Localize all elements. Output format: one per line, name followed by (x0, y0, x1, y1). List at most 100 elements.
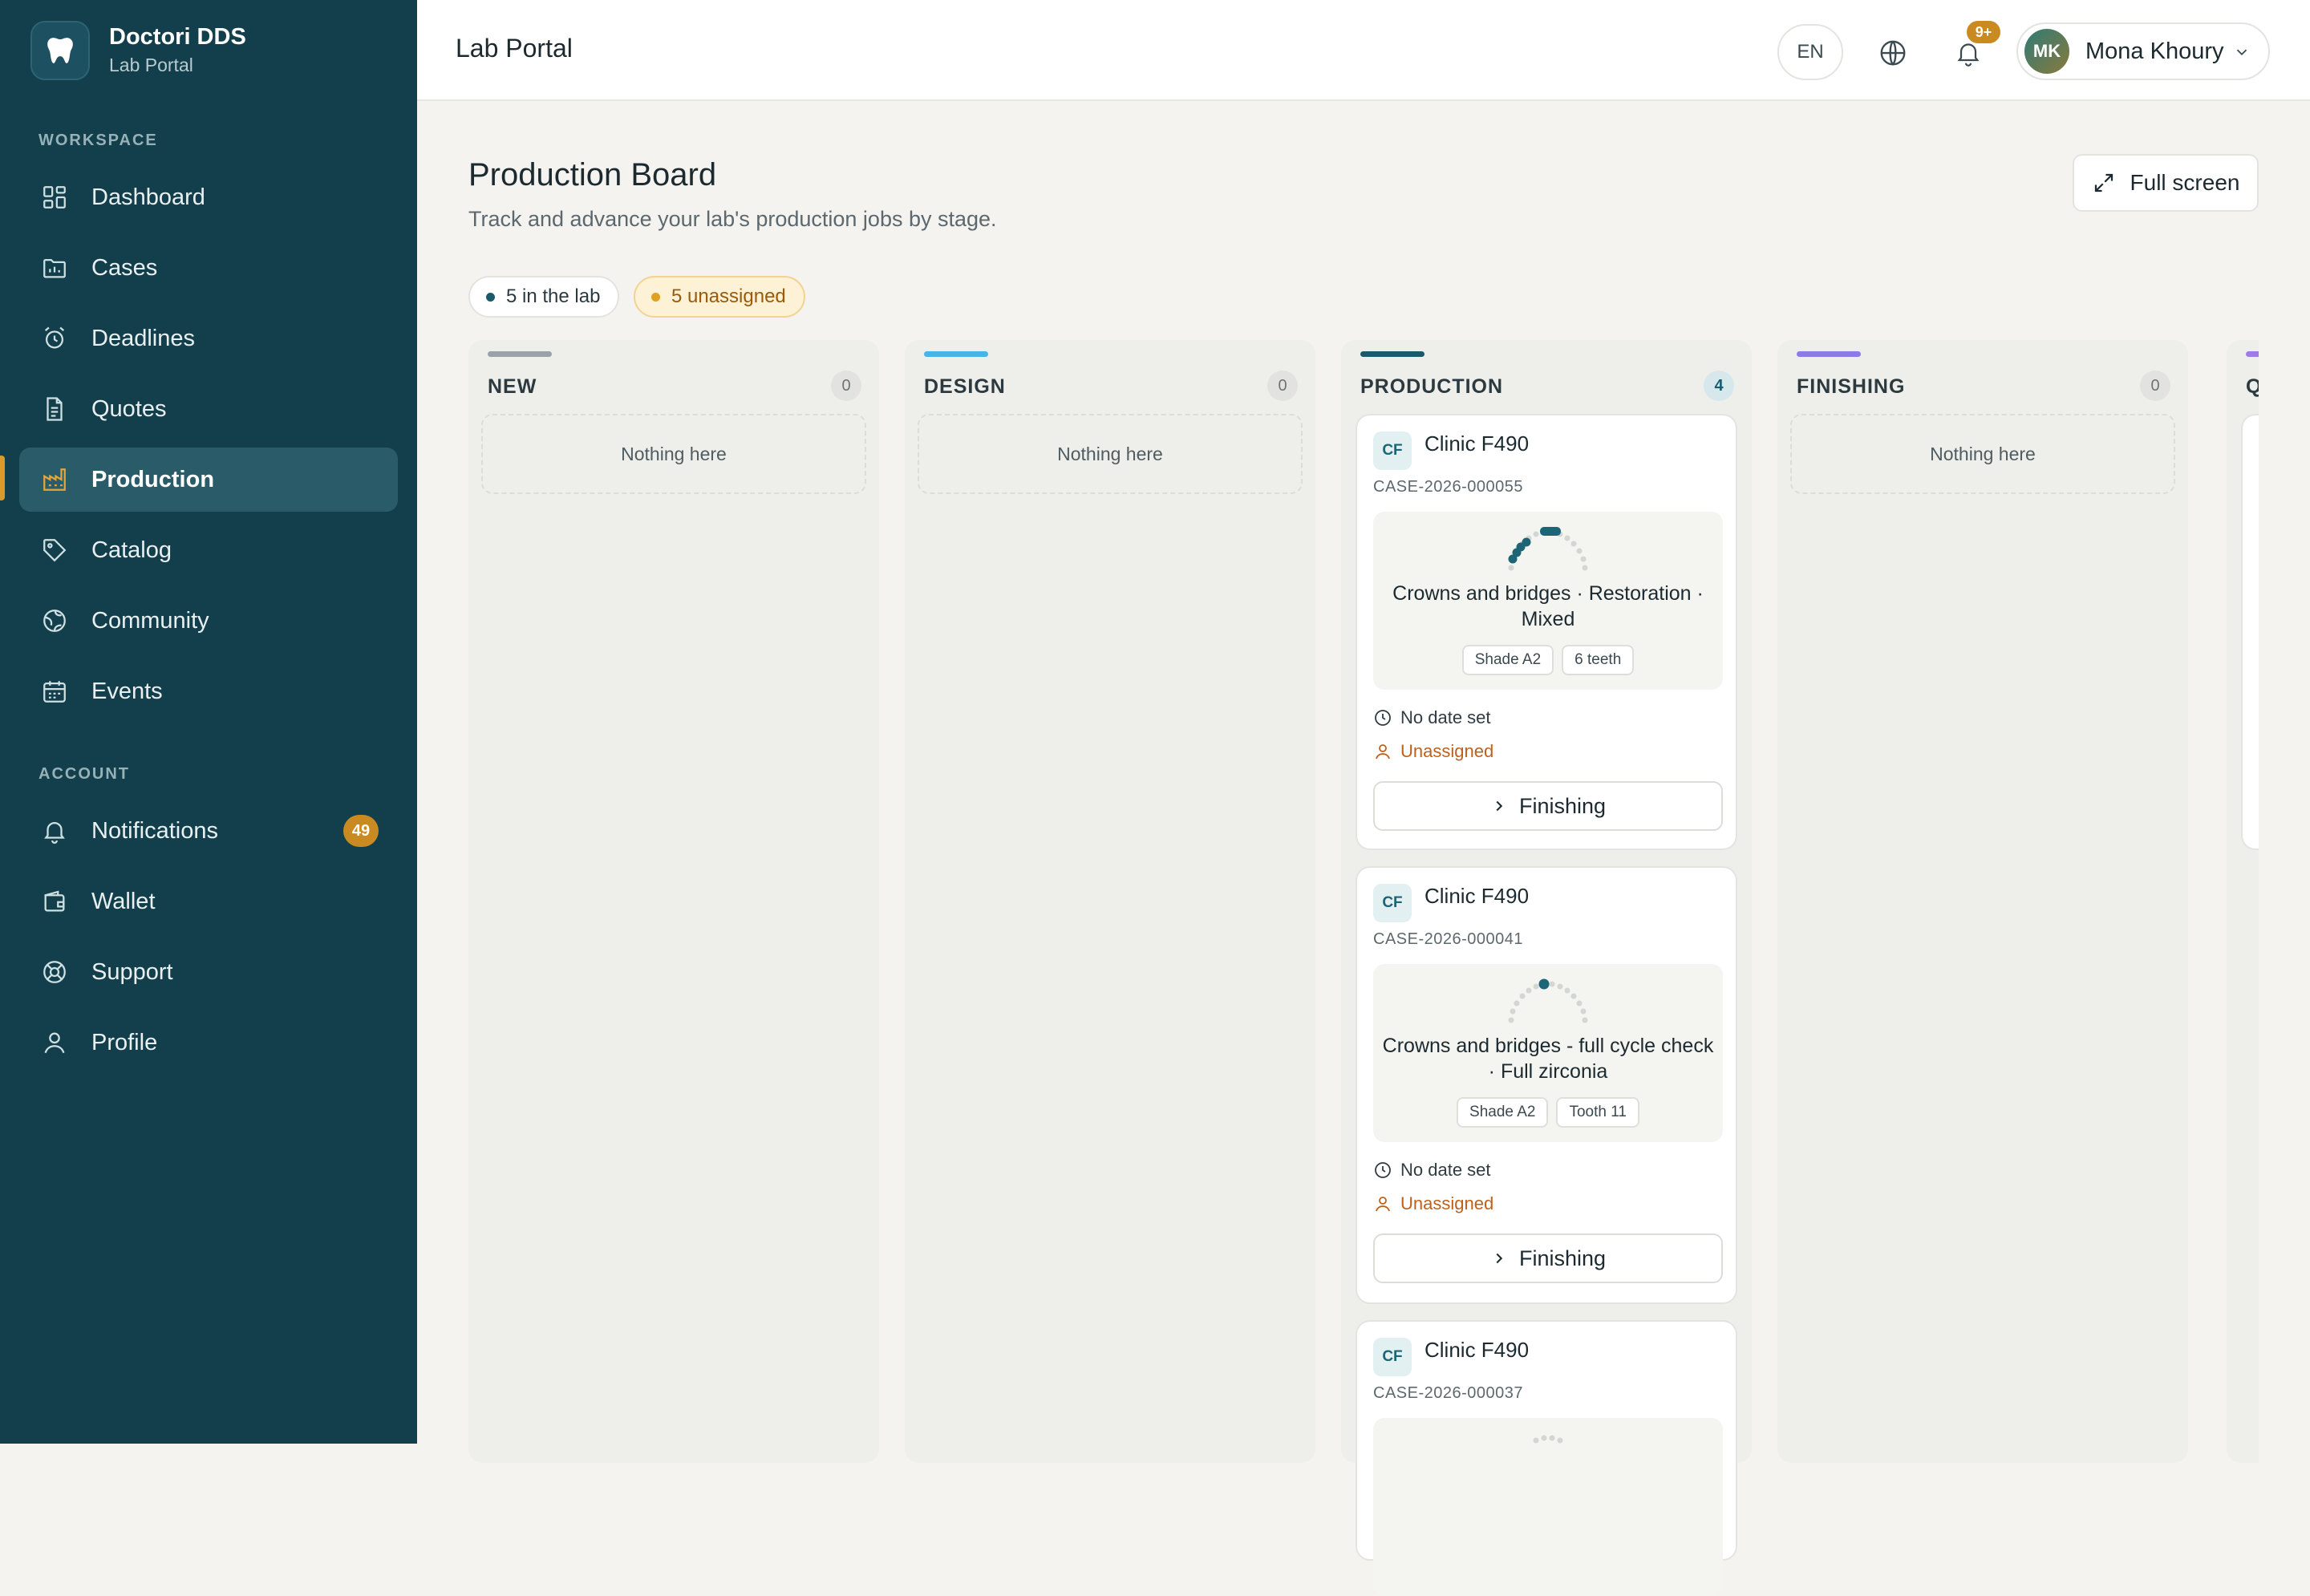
shade-tag: Shade A2 (1457, 1097, 1549, 1128)
assignee-text: Unassigned (1400, 741, 1494, 761)
clinic-avatar: CF (1373, 431, 1412, 470)
case-card[interactable]: CF Clinic F490 CASE-2026-000037 (1356, 1320, 1737, 1596)
alarm-clock-icon (38, 322, 71, 354)
due-date-text: No date set (1400, 707, 1491, 727)
clock-icon (1373, 1161, 1392, 1180)
column-quality-clipped: QU (2227, 340, 2259, 1463)
column-accent (1360, 351, 1424, 357)
case-card[interactable]: CF Clinic F490 CASE-2026-000041 Crowns a… (1356, 866, 1737, 1304)
sidebar-item-production[interactable]: Production (19, 448, 398, 512)
notifications-count-badge: 49 (343, 815, 379, 847)
chevron-down-icon (2233, 43, 2251, 65)
sidebar-item-label: Profile (91, 1029, 158, 1055)
empty-state: Nothing here (481, 414, 866, 494)
case-card[interactable]: CF Clinic F490 CASE-2026-000055 Crowns a… (1356, 414, 1737, 850)
advance-to-finishing-button[interactable]: Finishing (1373, 781, 1723, 831)
user-name: Mona Khoury (2085, 38, 2224, 64)
user-icon (1373, 742, 1392, 761)
bell-icon (38, 815, 71, 847)
active-indicator (0, 456, 5, 500)
sidebar-item-dashboard[interactable]: Dashboard (19, 165, 398, 229)
account-section-label: ACCOUNT (38, 765, 130, 783)
column-count: 0 (2140, 371, 2170, 401)
sidebar-item-support[interactable]: Support (19, 940, 398, 1004)
clock-icon (1373, 708, 1392, 727)
column-finishing: FINISHING 0 Nothing here (1777, 340, 2188, 1463)
assignee-text: Unassigned (1400, 1193, 1494, 1213)
column-title: FINISHING (1797, 375, 1906, 398)
wallet-icon (38, 885, 71, 917)
full-screen-button[interactable]: Full screen (2073, 154, 2259, 212)
user-icon (38, 1027, 71, 1059)
assignee[interactable]: Unassigned (1373, 1193, 1493, 1214)
advance-label: Finishing (1518, 1246, 1607, 1270)
sidebar-item-label: Events (91, 678, 163, 704)
sidebar-item-deadlines[interactable]: Deadlines (19, 306, 398, 371)
unassigned-count: 5 unassigned (671, 286, 786, 307)
column-new: NEW 0 Nothing here (468, 340, 879, 1463)
sidebar-item-community[interactable]: Community (19, 589, 398, 653)
case-detail-panel: Crowns and bridges · Restoration · Mixed… (1373, 512, 1723, 690)
case-tags: Shade A2 Tooth 11 (1373, 1097, 1723, 1128)
sidebar-item-notifications[interactable]: Notifications 49 (19, 799, 398, 863)
dental-arch-icon (1508, 978, 1588, 1023)
column-title: QU (2246, 375, 2259, 398)
sidebar-item-label: Wallet (91, 888, 156, 914)
sidebar-item-quotes[interactable]: Quotes (19, 377, 398, 441)
advance-to-finishing-button[interactable]: Finishing (1373, 1233, 1723, 1283)
tooth-logo-icon (30, 21, 90, 80)
full-screen-label: Full screen (2130, 170, 2240, 195)
sidebar-item-catalog[interactable]: Catalog (19, 518, 398, 582)
unassigned-filter-chip[interactable]: 5 unassigned (634, 276, 805, 318)
in-lab-count: 5 in the lab (506, 286, 601, 307)
case-description: Crowns and bridges - full cycle check · … (1382, 1035, 1714, 1083)
sidebar: Doctori DDS Lab Portal WORKSPACE Dashboa… (0, 0, 417, 1444)
brand[interactable]: Doctori DDS Lab Portal (30, 21, 246, 80)
expand-icon (2092, 171, 2116, 195)
clinic-name: Clinic F490 (1424, 884, 1530, 908)
advance-label: Finishing (1518, 793, 1607, 818)
case-detail-panel: Crowns and bridges - full cycle check · … (1373, 964, 1723, 1142)
empty-state: Nothing here (918, 414, 1303, 494)
sidebar-item-label: Quotes (91, 395, 167, 422)
dental-arch-icon (1533, 1435, 1563, 1444)
clinic-name: Clinic F490 (1424, 1338, 1530, 1362)
globe-icon (1878, 38, 1908, 68)
chevron-right-icon (1490, 797, 1508, 815)
column-title: NEW (488, 375, 537, 398)
sidebar-item-wallet[interactable]: Wallet (19, 869, 398, 934)
tooth-tag: Tooth 11 (1556, 1097, 1639, 1128)
sidebar-item-label: Support (91, 958, 173, 985)
sidebar-item-cases[interactable]: Cases (19, 236, 398, 300)
column-count: 0 (1267, 371, 1298, 401)
chevron-right-icon (1490, 1250, 1508, 1267)
workspace-section-label: WORKSPACE (38, 132, 158, 149)
case-id: CASE-2026-000037 (1373, 1384, 1524, 1402)
clinic-avatar: CF (1373, 884, 1412, 922)
column-accent (488, 351, 552, 357)
status-dot (486, 292, 495, 302)
in-lab-filter-chip[interactable]: 5 in the lab (468, 276, 620, 318)
case-id: CASE-2026-000041 (1373, 930, 1524, 948)
lifebuoy-icon (38, 956, 71, 988)
shade-tag: Shade A2 (1461, 645, 1554, 675)
due-date: No date set (1373, 1160, 1491, 1181)
column-production: PRODUCTION 4 CF Clinic F490 CASE-2026-00… (1341, 340, 1752, 1596)
notifications-badge: 9+ (1965, 19, 2002, 45)
top-bar: Lab Portal EN 9+ MK Mona Khoury (417, 0, 2310, 101)
globe-button[interactable] (1870, 30, 1915, 75)
case-tags: Shade A2 6 teeth (1373, 645, 1723, 675)
assignee[interactable]: Unassigned (1373, 741, 1493, 762)
case-description: Crowns and bridges · Restoration · Mixed (1392, 582, 1704, 630)
folder-icon (38, 252, 71, 284)
sidebar-item-label: Community (91, 607, 209, 634)
language-switcher[interactable]: EN (1777, 24, 1843, 80)
sidebar-item-events[interactable]: Events (19, 659, 398, 723)
column-count: 4 (1704, 371, 1734, 401)
tag-icon (38, 534, 71, 566)
sidebar-item-profile[interactable]: Profile (19, 1011, 398, 1075)
due-date: No date set (1373, 707, 1491, 728)
case-card[interactable] (2241, 414, 2259, 850)
dental-arch-icon (1508, 527, 1588, 571)
user-menu[interactable]: MK Mona Khoury (2016, 22, 2270, 80)
